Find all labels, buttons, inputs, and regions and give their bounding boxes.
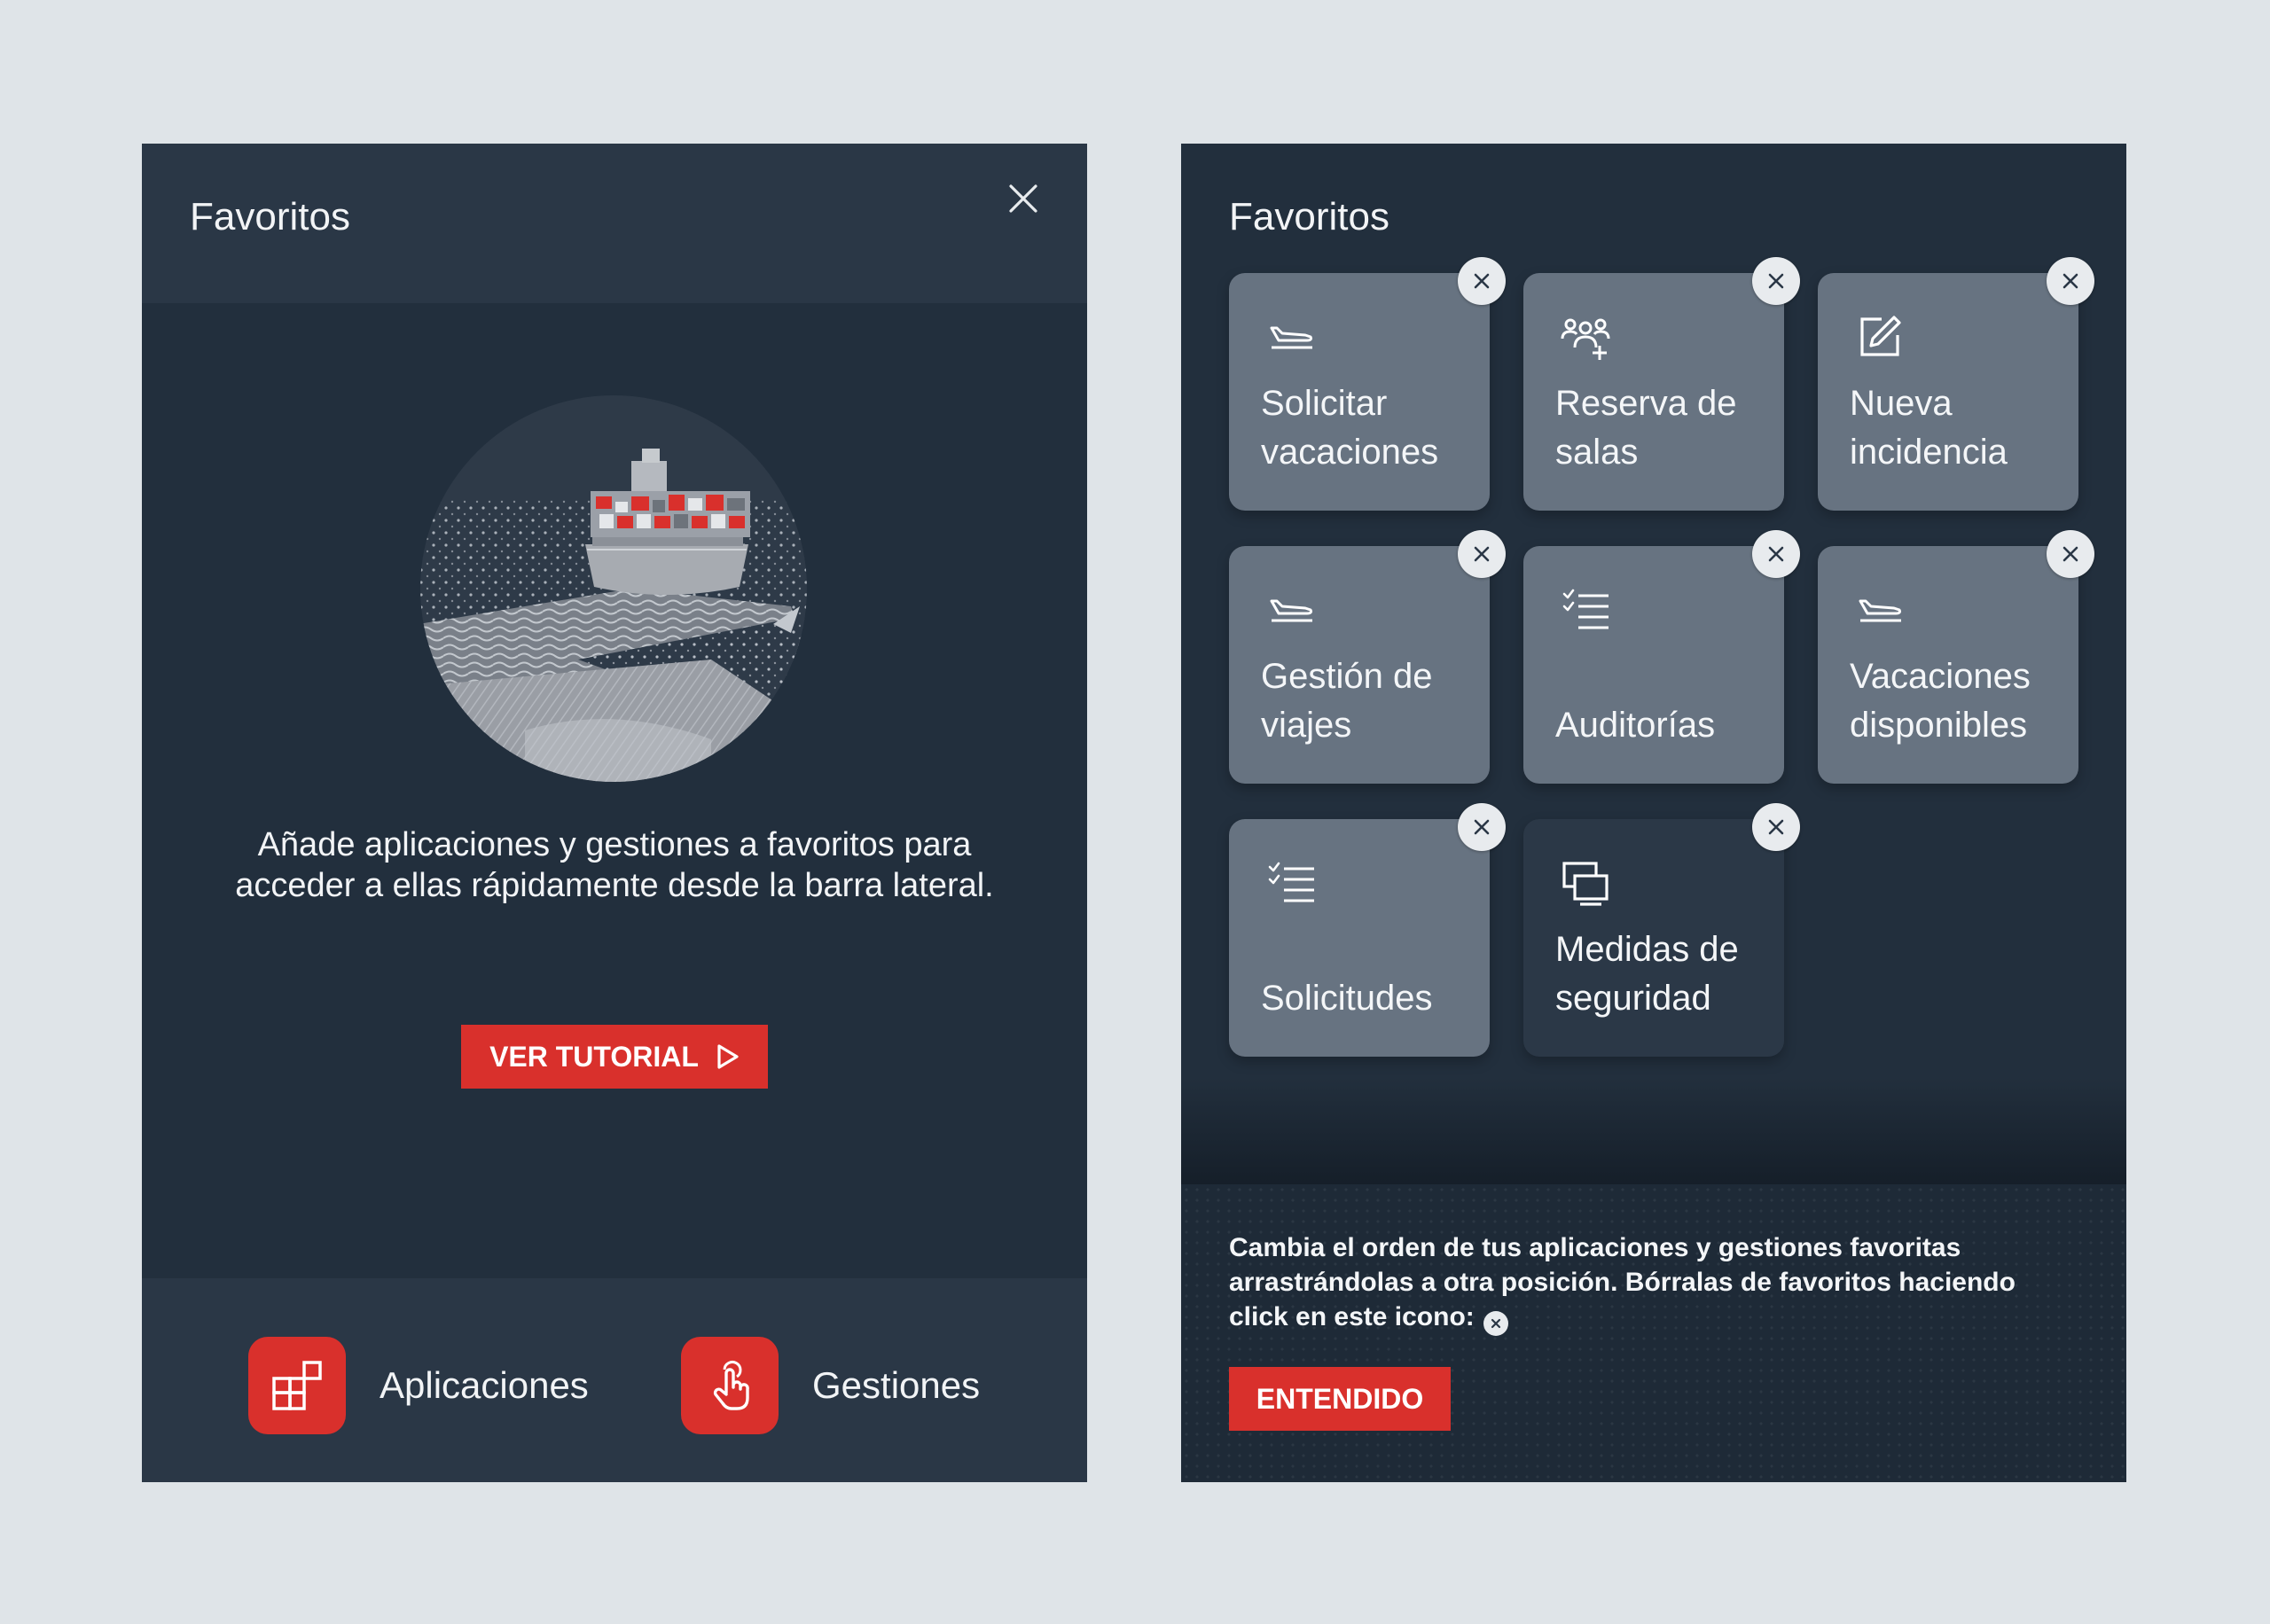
plane-landing-icon <box>1270 326 1312 349</box>
tile-label: Nueva incidencia <box>1850 384 2008 472</box>
remove-favorite-button[interactable] <box>1458 803 1506 851</box>
tile-label: Auditorías <box>1555 706 1716 745</box>
close-icon <box>1768 819 1784 835</box>
remove-favorite-button[interactable] <box>1752 803 1800 851</box>
footer-fade <box>1181 1078 2126 1184</box>
panel-title: Favoritos <box>190 195 350 238</box>
nav-label: Gestiones <box>812 1364 981 1406</box>
remove-favorite-button[interactable] <box>1752 530 1800 578</box>
favorites-empty-panel: Favoritos Añade aplicaciones y gestiones… <box>142 144 1087 1482</box>
close-icon <box>1474 546 1490 562</box>
favorite-tile[interactable]: Nueva incidencia <box>1818 257 2094 511</box>
nav-item-aplicaciones[interactable]: Aplicaciones <box>248 1337 589 1434</box>
panel-header: Favoritos <box>142 144 1087 303</box>
touch-hand-icon <box>713 1361 749 1410</box>
play-icon <box>717 1044 739 1069</box>
reorder-tip-text: Cambia el orden de tus aplicaciones y ge… <box>1229 1233 2016 1331</box>
close-icon <box>1474 819 1490 835</box>
remove-favorite-button[interactable] <box>2047 257 2094 305</box>
tutorial-button[interactable]: VER TUTORIAL <box>461 1025 768 1089</box>
tile-label: Reserva de salas <box>1555 384 1737 472</box>
container-ship-illustration <box>420 395 807 782</box>
nav-label: Aplicaciones <box>380 1364 589 1406</box>
empty-state-message: Añade aplicaciones y gestiones a favorit… <box>235 826 994 904</box>
plane-landing-icon <box>1270 599 1312 622</box>
favorite-tile[interactable]: Gestión de viajes <box>1229 530 1506 784</box>
plane-landing-icon <box>1859 599 1901 622</box>
favorite-tile[interactable]: Reserva de salas <box>1523 257 1800 511</box>
tutorial-button-label: VER TUTORIAL <box>489 1040 699 1073</box>
tile-label: Medidas de seguridad <box>1555 930 1739 1018</box>
nav-icon-box <box>681 1337 779 1434</box>
nav-icon-box <box>248 1337 346 1434</box>
favorite-tile[interactable]: Solicitudes <box>1229 803 1506 1057</box>
close-icon <box>1768 546 1784 562</box>
edit-icon <box>1860 316 1901 356</box>
tile-label: Vacaciones disponibles <box>1850 657 2031 745</box>
remove-favorite-button[interactable] <box>1458 530 1506 578</box>
favorite-tile[interactable]: Vacaciones disponibles <box>1818 530 2094 784</box>
apps-grid-icon <box>272 1361 322 1410</box>
close-button[interactable] <box>995 170 1052 227</box>
tile-label: Gestión de viajes <box>1261 657 1433 745</box>
remove-favorite-button[interactable] <box>2047 530 2094 578</box>
close-icon <box>1768 273 1784 289</box>
favorite-tile[interactable]: Medidas de seguridad <box>1523 803 1800 1057</box>
close-icon <box>1483 1311 1508 1336</box>
remove-favorite-button[interactable] <box>1752 257 1800 305</box>
tile-label: Solicitar vacaciones <box>1261 384 1439 472</box>
tile-label: Solicitudes <box>1261 979 1433 1018</box>
checklist-icon <box>1562 589 1609 629</box>
screens-icon <box>1562 862 1609 906</box>
understood-button[interactable]: ENTENDIDO <box>1229 1367 1451 1431</box>
favorites-panel: Favoritos Solicitar vacaciones Reserva d… <box>1181 144 2126 1482</box>
checklist-icon <box>1268 862 1314 902</box>
close-icon <box>1009 184 1037 213</box>
close-icon <box>1474 273 1490 289</box>
people-add-icon <box>1561 318 1610 360</box>
favorite-tile[interactable]: Auditorías <box>1523 530 1800 784</box>
remove-favorite-button[interactable] <box>1458 257 1506 305</box>
panel-footer-nav: Aplicaciones Gestiones <box>142 1278 1087 1482</box>
nav-item-gestiones[interactable]: Gestiones <box>681 1337 980 1434</box>
close-icon <box>2063 273 2078 289</box>
tip-footer: Cambia el orden de tus aplicaciones y ge… <box>1181 1184 2126 1482</box>
reorder-tip: Cambia el orden de tus aplicaciones y ge… <box>1229 1230 2027 1336</box>
favorite-tile[interactable]: Solicitar vacaciones <box>1229 257 1506 511</box>
panel-title: Favoritos <box>1229 195 1389 238</box>
close-icon <box>2063 546 2078 562</box>
